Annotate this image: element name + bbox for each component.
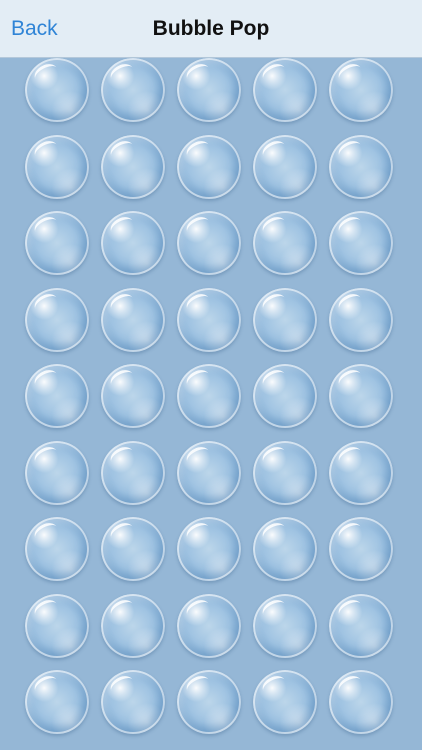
bubble[interactable]: [253, 135, 317, 199]
bubble[interactable]: [329, 441, 393, 505]
bubble[interactable]: [101, 441, 165, 505]
bubble[interactable]: [177, 288, 241, 352]
bubble[interactable]: [101, 594, 165, 658]
bubble[interactable]: [177, 517, 241, 581]
bubble[interactable]: [253, 211, 317, 275]
bubble[interactable]: [177, 211, 241, 275]
bubble[interactable]: [101, 670, 165, 734]
bubble[interactable]: [25, 441, 89, 505]
bubble[interactable]: [329, 517, 393, 581]
bubble[interactable]: [101, 135, 165, 199]
bubble[interactable]: [25, 288, 89, 352]
bubble[interactable]: [177, 135, 241, 199]
nav-bar: Back Bubble Pop: [0, 0, 422, 58]
bubble[interactable]: [177, 594, 241, 658]
bubble[interactable]: [253, 517, 317, 581]
bubble[interactable]: [329, 135, 393, 199]
bubble[interactable]: [253, 441, 317, 505]
bubble[interactable]: [253, 594, 317, 658]
bubble[interactable]: [329, 211, 393, 275]
bubble[interactable]: [253, 288, 317, 352]
bubble[interactable]: [101, 211, 165, 275]
bubble[interactable]: [177, 670, 241, 734]
bubble[interactable]: [329, 364, 393, 428]
bubble[interactable]: [177, 364, 241, 428]
bubble[interactable]: [253, 364, 317, 428]
bubble[interactable]: [25, 364, 89, 428]
bubble[interactable]: [25, 58, 89, 122]
bubble[interactable]: [253, 58, 317, 122]
bubble[interactable]: [329, 670, 393, 734]
bubble-grid: [0, 58, 422, 750]
bubble[interactable]: [253, 670, 317, 734]
bubble[interactable]: [329, 594, 393, 658]
bubble[interactable]: [25, 135, 89, 199]
bubble[interactable]: [101, 364, 165, 428]
bubble[interactable]: [101, 58, 165, 122]
bubble[interactable]: [329, 288, 393, 352]
bubble[interactable]: [25, 517, 89, 581]
bubble[interactable]: [329, 58, 393, 122]
bubble[interactable]: [101, 288, 165, 352]
bubble[interactable]: [177, 441, 241, 505]
bubble[interactable]: [25, 211, 89, 275]
bubble[interactable]: [25, 670, 89, 734]
bubble[interactable]: [101, 517, 165, 581]
page-title: Bubble Pop: [152, 17, 270, 40]
bubble[interactable]: [177, 58, 241, 122]
bubble[interactable]: [25, 594, 89, 658]
